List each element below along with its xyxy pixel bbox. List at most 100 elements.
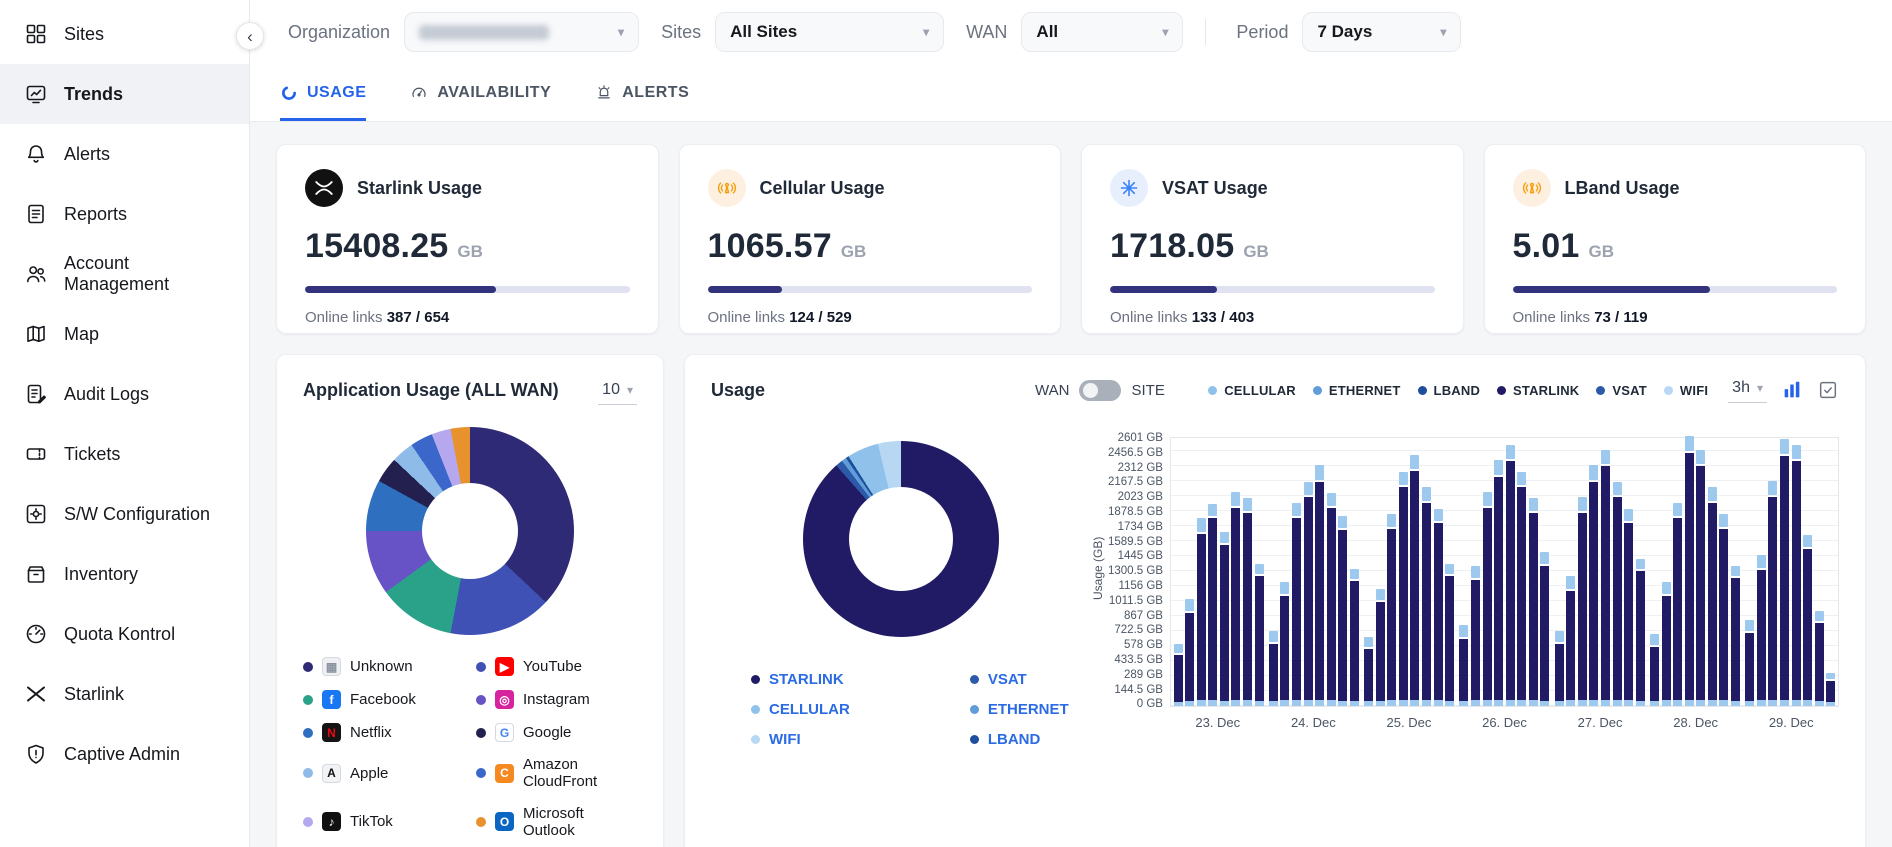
online-links-label: Online links bbox=[1110, 309, 1192, 326]
legend-label: WIFI bbox=[769, 731, 801, 748]
sidebar-item-captive-admin[interactable]: Captive Admin bbox=[0, 724, 249, 784]
usage-legend-item-cellular[interactable]: CELLULAR bbox=[751, 701, 850, 718]
usage-legend-item-ethernet[interactable]: ETHERNET bbox=[970, 701, 1069, 718]
legend-item-youtube[interactable]: ▶YouTube bbox=[476, 657, 637, 676]
tab-availability[interactable]: AVAILABILITY bbox=[410, 64, 551, 121]
top-legend-item-ethernet[interactable]: ETHERNET bbox=[1313, 383, 1401, 398]
legend-label: Netflix bbox=[350, 724, 392, 741]
sidebar-item-s-w-configuration[interactable]: S/W Configuration bbox=[0, 484, 249, 544]
bar-group-27-dec bbox=[1552, 438, 1647, 706]
sidebar-item-alerts[interactable]: Alerts bbox=[0, 124, 249, 184]
segment-main bbox=[1197, 534, 1206, 700]
donut-hole bbox=[422, 483, 518, 579]
segment-main bbox=[1780, 456, 1789, 700]
filter-select-period[interactable]: 7 Days▾ bbox=[1302, 12, 1461, 52]
legend-item-facebook[interactable]: fFacebook bbox=[303, 690, 464, 709]
legend-item-instagram[interactable]: ◎Instagram bbox=[476, 690, 637, 709]
filter-select-organization[interactable]: ▾ bbox=[404, 12, 639, 52]
segment-base bbox=[1529, 700, 1538, 706]
usage-legend-item-wifi[interactable]: WIFI bbox=[751, 731, 850, 748]
segment-main bbox=[1601, 466, 1610, 700]
top-legend-item-vsat[interactable]: VSAT bbox=[1596, 383, 1647, 398]
stacked-bar bbox=[1578, 497, 1587, 706]
sidebar-item-trends[interactable]: Trends bbox=[0, 64, 249, 124]
segment-main bbox=[1613, 497, 1622, 699]
interval-select[interactable]: 3h ▾ bbox=[1728, 377, 1767, 403]
legend-item-unknown[interactable]: ▦Unknown bbox=[303, 657, 464, 676]
segment-main bbox=[1731, 578, 1740, 700]
top-legend-item-lband[interactable]: LBAND bbox=[1418, 383, 1481, 398]
filter-label-organization: Organization bbox=[288, 22, 390, 43]
sidebar-item-starlink[interactable]: Starlink bbox=[0, 664, 249, 724]
stacked-bar bbox=[1327, 493, 1336, 706]
top-legend-item-cellular[interactable]: CELLULAR bbox=[1208, 383, 1296, 398]
segment-base bbox=[1220, 701, 1229, 706]
segment-main bbox=[1255, 576, 1264, 701]
legend-item-amazon-cloudfront[interactable]: CAmazon CloudFront bbox=[476, 756, 637, 791]
legend-item-apple[interactable]: AApple bbox=[303, 756, 464, 791]
legend-item-netflix[interactable]: NNetflix bbox=[303, 723, 464, 742]
bar-group-23-dec bbox=[1171, 438, 1266, 706]
top-legend-item-wifi[interactable]: WIFI bbox=[1664, 383, 1708, 398]
stacked-bar bbox=[1696, 450, 1705, 706]
segment-main bbox=[1768, 497, 1777, 699]
table-toggle-icon[interactable] bbox=[1817, 379, 1839, 401]
stat-card-lband-usage: LBand Usage5.01GBOnline links 73 / 119 bbox=[1484, 144, 1867, 334]
legend-dot bbox=[476, 768, 486, 778]
bar-chart-icon[interactable] bbox=[1781, 379, 1803, 401]
segment-main bbox=[1399, 487, 1408, 700]
usage-legend-item-lband[interactable]: LBAND bbox=[970, 731, 1069, 748]
usage-legend-item-starlink[interactable]: STARLINK bbox=[751, 671, 850, 688]
y-tick-label: 1011.5 GB bbox=[1109, 596, 1163, 608]
usage-card: Usage WAN SITE CELLULARETHERNETLBANDSTAR… bbox=[684, 354, 1866, 847]
app-count-select[interactable]: 10 ▾ bbox=[598, 379, 637, 405]
segment-main bbox=[1696, 466, 1705, 700]
online-links-text: Online links 73 / 119 bbox=[1513, 309, 1838, 326]
usage-unit: GB bbox=[841, 242, 867, 262]
sidebar-item-tickets[interactable]: Tickets bbox=[0, 424, 249, 484]
usage-unit: GB bbox=[1588, 242, 1614, 262]
tab-usage[interactable]: USAGE bbox=[280, 64, 366, 121]
sidebar-item-sites[interactable]: Sites bbox=[0, 4, 249, 64]
sidebar-item-account-management[interactable]: Account Management bbox=[0, 244, 249, 304]
tab-label: AVAILABILITY bbox=[437, 84, 551, 102]
tab-alerts[interactable]: ALERTS bbox=[595, 64, 689, 121]
chevron-down-icon: ▾ bbox=[627, 383, 633, 397]
legend-item-tiktok[interactable]: ♪TikTok bbox=[303, 805, 464, 840]
stacked-bar bbox=[1529, 498, 1538, 706]
segment-cap bbox=[1624, 509, 1633, 521]
sidebar-item-quota-kontrol[interactable]: Quota Kontrol bbox=[0, 604, 249, 664]
sidebar-item-label: Captive Admin bbox=[64, 744, 180, 765]
legend-item-microsoft-outlook[interactable]: OMicrosoft Outlook bbox=[476, 805, 637, 840]
segment-base bbox=[1685, 700, 1694, 706]
segment-main bbox=[1445, 576, 1454, 701]
segment-base bbox=[1483, 700, 1492, 706]
segment-cap bbox=[1636, 559, 1645, 569]
filter-select-wan[interactable]: All▾ bbox=[1021, 12, 1183, 52]
top-legend-item-starlink[interactable]: STARLINK bbox=[1497, 383, 1579, 398]
segment-base bbox=[1613, 700, 1622, 706]
segment-base bbox=[1292, 700, 1301, 706]
usage-top-legend: CELLULAR ETHERNET LBAND STARLINK VSAT WIFI bbox=[1208, 383, 1708, 398]
segment-main bbox=[1803, 549, 1812, 700]
topbar-filters: Organization▾SitesAll Sites▾WANAll▾Perio… bbox=[250, 0, 1892, 64]
wan-site-toggle[interactable] bbox=[1079, 380, 1121, 401]
segment-main bbox=[1174, 655, 1183, 702]
filter-select-sites[interactable]: All Sites▾ bbox=[715, 12, 944, 52]
segment-cap bbox=[1555, 631, 1564, 641]
sidebar-item-map[interactable]: Map bbox=[0, 304, 249, 364]
stacked-bar bbox=[1624, 509, 1633, 706]
audit-icon bbox=[24, 382, 48, 406]
sidebar-item-reports[interactable]: Reports bbox=[0, 184, 249, 244]
sidebar-collapse-button[interactable]: ‹ bbox=[236, 22, 264, 50]
sidebar-item-inventory[interactable]: Inventory bbox=[0, 544, 249, 604]
legend-item-google[interactable]: GGoogle bbox=[476, 723, 637, 742]
segment-cap bbox=[1506, 445, 1515, 460]
legend-label: Amazon CloudFront bbox=[523, 756, 637, 791]
box-icon bbox=[24, 562, 48, 586]
usage-legend-item-vsat[interactable]: VSAT bbox=[970, 671, 1069, 688]
filter-label-wan: WAN bbox=[966, 22, 1007, 43]
segment-main bbox=[1494, 477, 1503, 700]
sidebar-item-audit-logs[interactable]: Audit Logs bbox=[0, 364, 249, 424]
segment-cap bbox=[1338, 516, 1347, 527]
